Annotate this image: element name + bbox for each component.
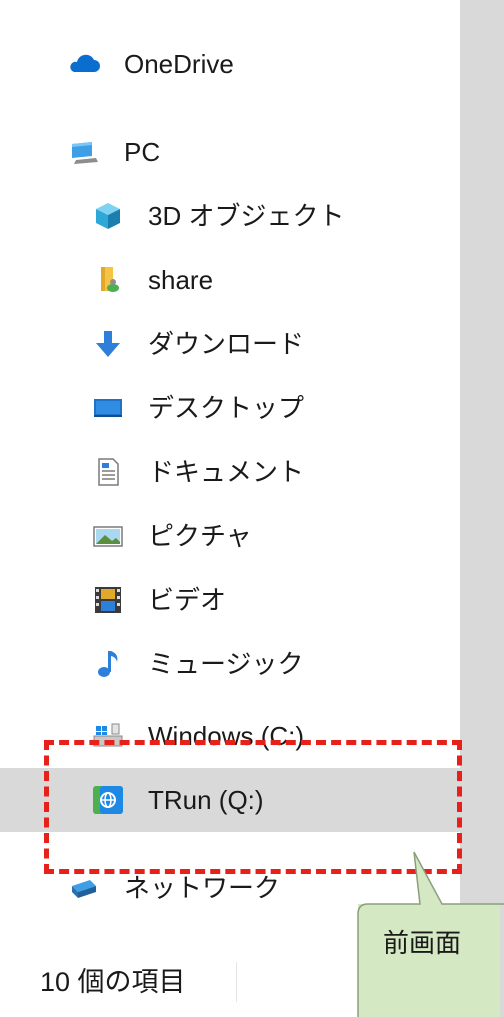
nav-item-desktop[interactable]: デスクトップ xyxy=(0,376,460,440)
nav-item-label: 3D オブジェクト xyxy=(148,201,345,231)
nav-item-onedrive[interactable]: OneDrive xyxy=(0,32,460,96)
nav-item-pc[interactable]: PC xyxy=(0,120,460,184)
nav-item-3d-objects[interactable]: 3D オブジェクト xyxy=(0,184,460,248)
status-item-count: 10 個の項目 xyxy=(40,967,186,997)
nav-item-windows-c[interactable]: Windows (C:) xyxy=(0,704,460,768)
music-note-icon xyxy=(98,651,118,677)
user-folder-icon xyxy=(101,267,119,292)
navigation-pane: OneDrive PC 3D オブジェクト share ダウンロード デスクトッ… xyxy=(0,0,460,1017)
nav-item-downloads[interactable]: ダウンロード xyxy=(0,312,460,376)
windows-drive-icon xyxy=(93,723,123,747)
nav-item-label: ネットワーク xyxy=(124,873,281,903)
download-arrow-icon xyxy=(96,331,120,357)
nav-item-label: share xyxy=(148,265,214,295)
nav-item-label: ミュージック xyxy=(148,649,304,679)
network-icon xyxy=(72,880,96,898)
cloud-icon xyxy=(70,54,100,72)
nav-item-label: OneDrive xyxy=(124,49,234,79)
status-divider xyxy=(236,962,237,1002)
desktop-icon xyxy=(94,399,122,417)
computer-icon xyxy=(72,142,98,164)
cube-icon xyxy=(96,203,120,229)
nav-item-music[interactable]: ミュージック xyxy=(0,632,460,696)
nav-item-label: Windows (C:) xyxy=(148,721,305,751)
nav-item-videos[interactable]: ビデオ xyxy=(0,568,460,632)
nav-item-label: ピクチャ xyxy=(148,521,252,551)
nav-item-documents[interactable]: ドキュメント xyxy=(0,440,460,504)
nav-item-label: ビデオ xyxy=(148,585,227,615)
scrollbar-track[interactable] xyxy=(460,0,504,1017)
document-icon xyxy=(98,458,119,486)
nav-item-label: PC xyxy=(124,137,161,167)
nav-item-label: ダウンロード xyxy=(148,329,305,359)
nav-item-label: TRun (Q:) xyxy=(148,785,264,815)
nav-item-label: デスクトップ xyxy=(148,393,305,423)
nav-item-share[interactable]: share xyxy=(0,248,460,312)
picture-icon xyxy=(93,526,123,547)
film-icon xyxy=(95,587,121,613)
nav-item-network[interactable]: ネットワーク xyxy=(0,856,460,920)
nav-item-trun-q[interactable]: TRun (Q:) xyxy=(0,768,460,832)
nav-item-label: ドキュメント xyxy=(148,457,305,487)
callout-text: 前画面 xyxy=(383,928,462,958)
trun-drive-icon xyxy=(93,786,123,814)
nav-item-pictures[interactable]: ピクチャ xyxy=(0,504,460,568)
